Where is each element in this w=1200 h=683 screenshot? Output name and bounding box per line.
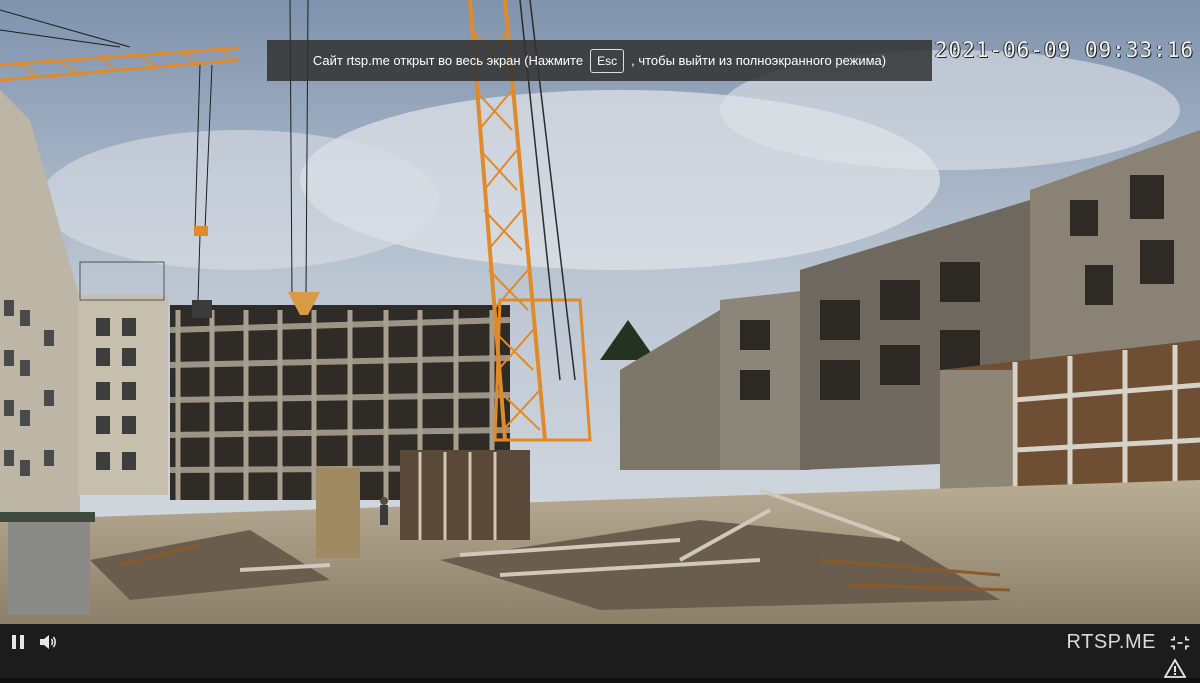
video-timestamp: 2021-06-09 09:33:16 (934, 38, 1194, 62)
rtsp-brand-logo[interactable]: RTSP.ME (1067, 631, 1156, 654)
fullscreen-notice: Сайт rtsp.me открыт во весь экран (Нажми… (267, 40, 932, 81)
construction-scene (0, 0, 1200, 624)
pause-icon[interactable] (8, 632, 28, 652)
warning-icon[interactable] (1163, 658, 1187, 678)
fullscreen-notice-suffix: , чтобы выйти из полноэкранного режима) (631, 53, 887, 68)
video-frame[interactable]: 2021-06-09 09:33:16 Сайт rtsp.me открыт … (0, 0, 1200, 624)
fullscreen-notice-prefix: Сайт rtsp.me открыт во весь экран (Нажми… (312, 53, 584, 68)
player-control-bar: RTSP.ME (0, 624, 1200, 678)
volume-icon[interactable] (38, 632, 58, 652)
esc-key-hint: Esc (590, 48, 625, 73)
exit-fullscreen-icon[interactable] (1170, 633, 1190, 653)
